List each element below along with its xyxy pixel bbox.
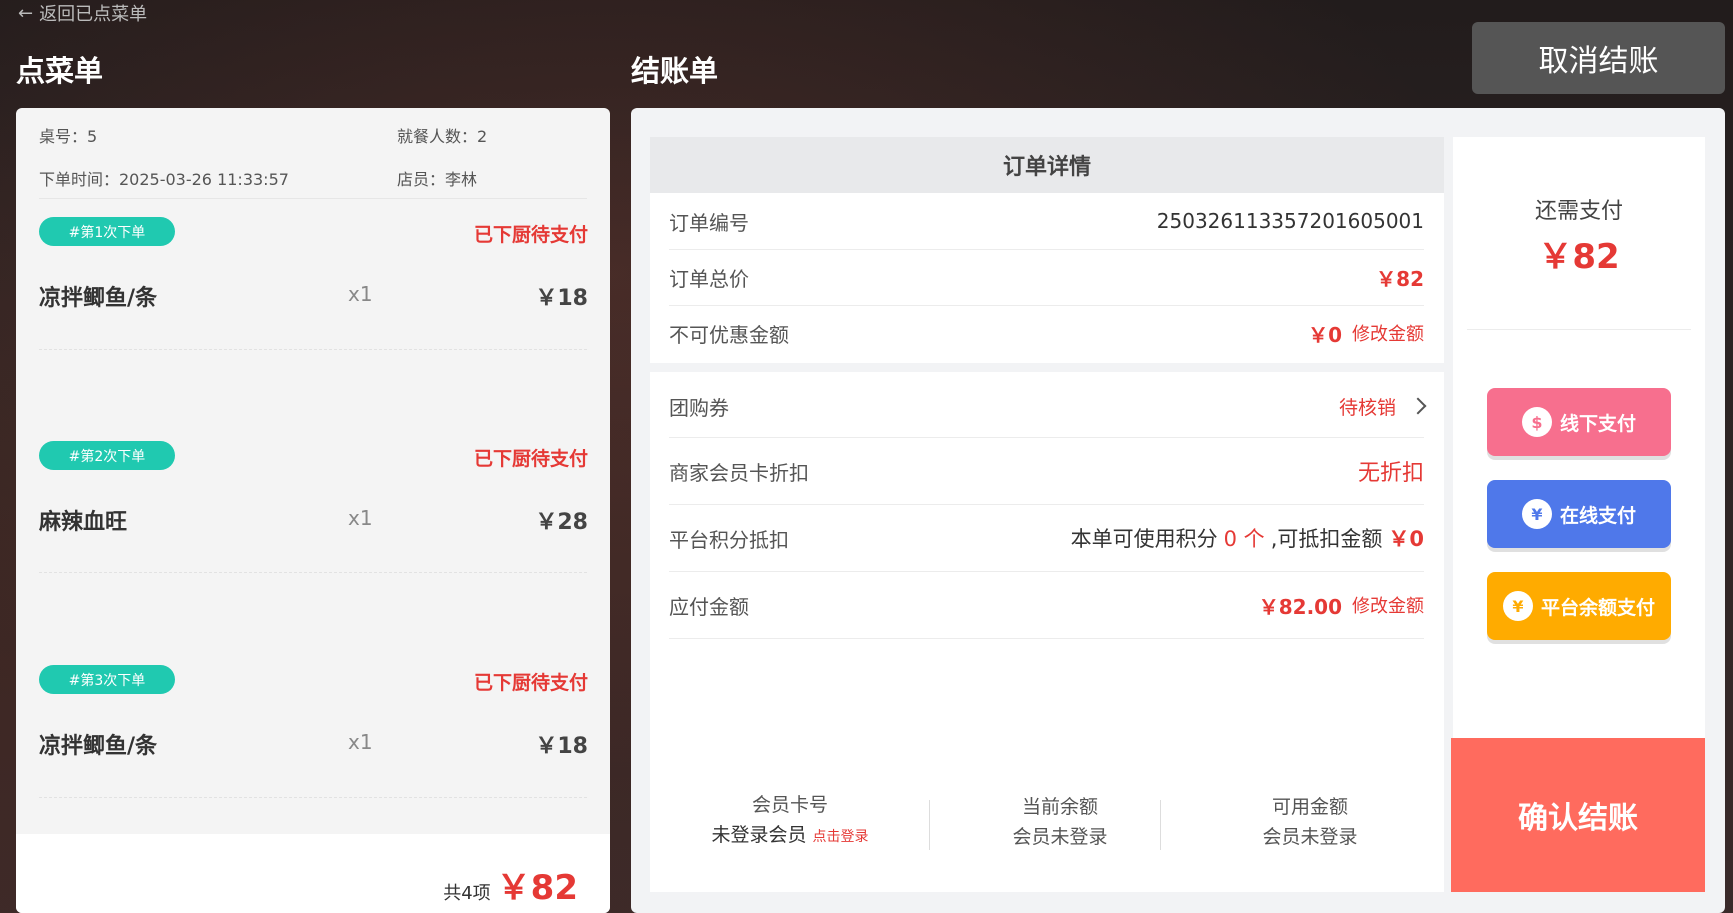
checkout-panel: 订单详情 订单编号 25032611335720160500​1 订单总价 ￥8… (631, 108, 1725, 913)
item-name: 麻辣血旺 (39, 510, 128, 535)
batch-tag: #第3次下单 (39, 665, 175, 694)
member-card-label: 会员卡号 (751, 794, 828, 816)
item-count: 共4项 (443, 883, 491, 904)
order-detail-card: 订单详情 订单编号 25032611335720160500​1 订单总价 ￥8… (650, 137, 1444, 363)
chevron-right-icon (1409, 397, 1427, 415)
modify-amount-link[interactable]: 修改金额 (1352, 320, 1424, 346)
no-discount-row: 不可优惠金额 ￥0 修改金额 (669, 305, 1424, 361)
item-name: 凉拌鲫鱼/条 (39, 734, 158, 759)
points-row: 平台积分抵扣 本单可使用积分 0 个 ,可抵扣金额 ￥0 (669, 505, 1424, 572)
item-qty: x1 (348, 282, 373, 306)
payable-value: ￥82.00 (1258, 594, 1342, 619)
divider (39, 349, 587, 350)
right-title: 结账单 (631, 54, 719, 88)
item-price: ￥18 (535, 286, 588, 311)
order-total: 共4项 ￥82 (443, 860, 578, 909)
due-label: 还需支付 (1534, 199, 1623, 224)
item-name: 凉拌鲫鱼/条 (39, 286, 158, 311)
points-prefix: 本单可使用积分 (1070, 527, 1218, 551)
points-mid: ,可抵扣金额 (1270, 527, 1383, 551)
payable-row: 应付金额 ￥82.00 修改金额 (669, 572, 1424, 639)
available-value: 会员未登录 (1262, 826, 1358, 848)
row-label: 订单总价 (669, 266, 749, 291)
order-panel: 桌号：5 就餐人数：2 下单时间：2025-03-26 11:33:57 店员：… (16, 108, 610, 913)
member-discount-row: 商家会员卡折扣 无折扣 (669, 438, 1424, 505)
batch-status: 已下厨待支付 (473, 224, 588, 246)
offline-pay-button[interactable]: $ 线下支付 (1487, 388, 1671, 456)
divider (1467, 329, 1691, 330)
wallet-pay-button[interactable]: ¥ 平台余额支付 (1487, 572, 1671, 640)
batch-status: 已下厨待支付 (473, 672, 588, 694)
table-number: 桌号：5 (39, 127, 98, 146)
coupon-status: 待核销 (1338, 396, 1396, 419)
online-pay-label: 在线支付 (1559, 504, 1636, 527)
batch-tag: #第2次下单 (39, 441, 175, 470)
divider (1160, 800, 1161, 850)
divider (39, 198, 587, 199)
item-price: ￥18 (535, 734, 588, 759)
row-label: 订单编号 (669, 210, 749, 235)
balance-value: 会员未登录 (1012, 826, 1108, 848)
money-bag-icon: ¥ (1502, 591, 1533, 621)
order-number-row: 订单编号 25032611335720160500​1 (669, 193, 1424, 250)
row-label: 商家会员卡折扣 (669, 460, 809, 485)
batch-status: 已下厨待支付 (473, 448, 588, 470)
guest-count: 就餐人数：2 (397, 127, 488, 146)
order-time: 下单时间：2025-03-26 11:33:57 (39, 170, 289, 189)
batch-tag: #第1次下单 (39, 217, 175, 246)
confirm-checkout-button[interactable]: 确认结账 (1451, 738, 1705, 892)
arrow-left-icon: ← (18, 2, 34, 24)
member-available: 可用金额 会员未登录 (1190, 792, 1430, 852)
order-total-value: ￥82 (1376, 266, 1424, 291)
discount-card: 团购券 待核销 商家会员卡折扣 无折扣 平台积分抵扣 本单可使用积分 0 个 ,… (650, 372, 1444, 892)
due-amount: ￥82 (1538, 237, 1620, 277)
available-label: 可用金额 (1271, 796, 1348, 818)
staff-name: 店员：李林 (397, 170, 478, 189)
item-qty: x1 (348, 730, 373, 754)
points-count: 0 个 (1223, 527, 1265, 551)
coupon-row[interactable]: 团购券 待核销 (669, 375, 1427, 438)
points-amount: ￥0 (1388, 527, 1424, 551)
left-title: 点菜单 (16, 54, 104, 88)
detail-header: 订单详情 (650, 137, 1444, 193)
row-label: 团购券 (669, 395, 729, 420)
payment-sidebar: 还需支付 ￥82 $ 线下支付 ¥ 在线支付 ¥ 平台余额支付 确认结账 (1451, 137, 1705, 892)
online-pay-button[interactable]: ¥ 在线支付 (1487, 480, 1671, 548)
login-link[interactable]: 点击登录 (813, 829, 869, 845)
member-discount-value: 无折扣 (1357, 461, 1424, 486)
member-card-value: 未登录会员 (711, 824, 807, 846)
divider (929, 800, 930, 850)
item-price: ￥28 (535, 510, 588, 535)
order-number: 25032611335720160500​1 (1156, 209, 1424, 233)
divider (39, 797, 587, 798)
coins-icon: $ (1521, 407, 1552, 437)
back-link[interactable]: ← 返回已点菜单 (18, 0, 147, 26)
row-label: 不可优惠金额 (669, 322, 789, 347)
order-total-row: 订单总价 ￥82 (669, 249, 1424, 306)
member-card: 会员卡号 未登录会员 点击登录 (690, 790, 890, 852)
modify-amount-link[interactable]: 修改金额 (1352, 592, 1424, 618)
balance-label: 当前余额 (1021, 796, 1098, 818)
divider (39, 572, 587, 573)
member-balance: 当前余额 会员未登录 (950, 792, 1170, 852)
cancel-checkout-button[interactable]: 取消结账 (1472, 22, 1725, 94)
row-label: 平台积分抵扣 (669, 527, 789, 552)
back-label: 返回已点菜单 (39, 4, 148, 25)
cloud-icon: ¥ (1521, 499, 1552, 529)
total-amount: ￥82 (496, 868, 578, 908)
wallet-pay-label: 平台余额支付 (1540, 596, 1655, 619)
no-discount-value: ￥0 (1308, 322, 1342, 347)
offline-pay-label: 线下支付 (1559, 412, 1636, 435)
item-qty: x1 (348, 506, 373, 530)
row-label: 应付金额 (669, 594, 749, 619)
